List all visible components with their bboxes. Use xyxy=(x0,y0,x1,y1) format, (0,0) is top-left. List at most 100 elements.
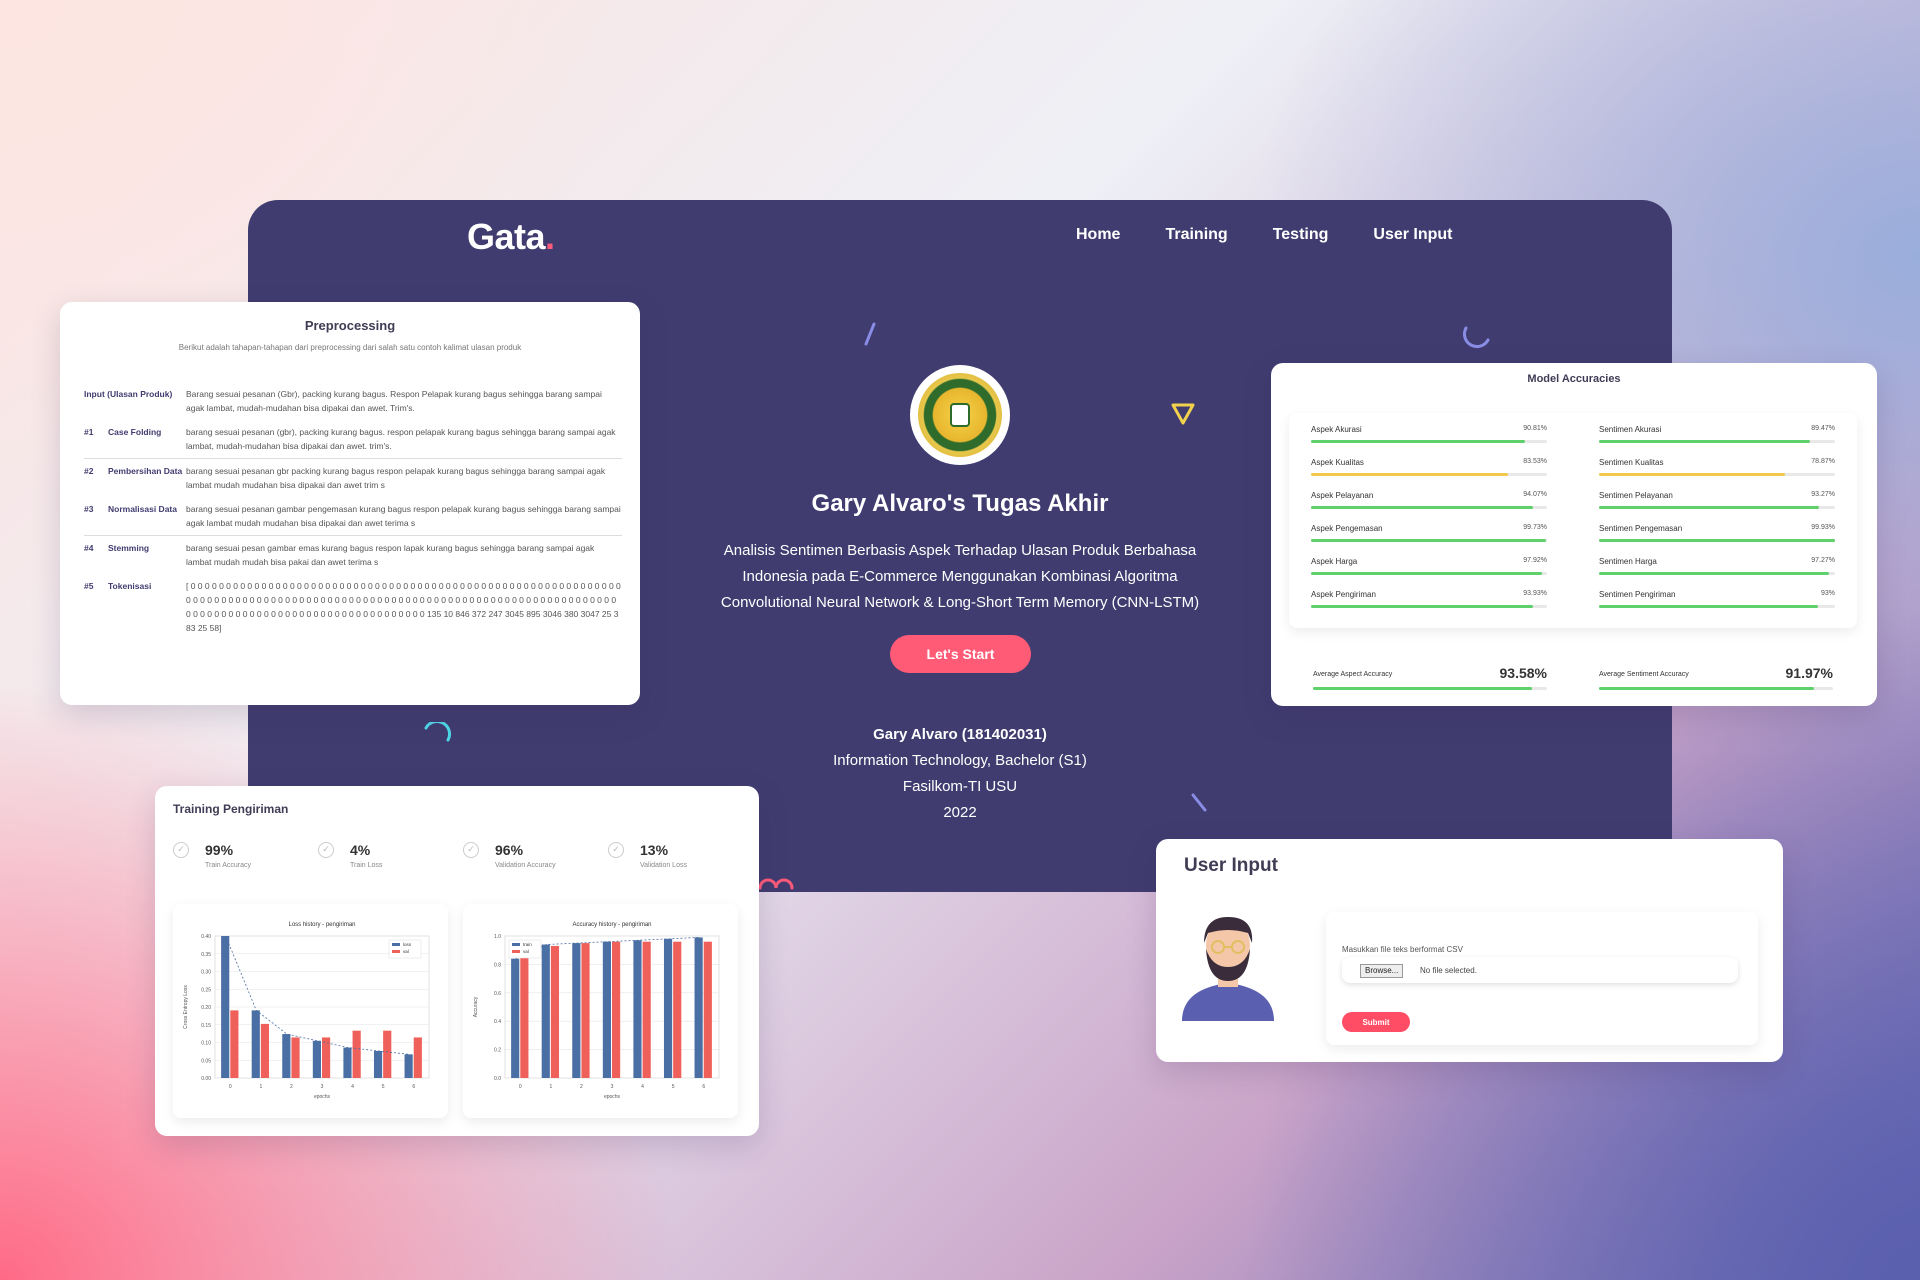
input-value: Barang sesuai pesanan (Gbr), packing kur… xyxy=(186,389,602,413)
logo-dot: . xyxy=(545,216,555,257)
step-value: barang sesuai pesanan (gbr), packing kur… xyxy=(186,427,616,451)
step-label: Case Folding xyxy=(108,427,162,437)
accuracies-panel: Aspek Akurasi 90.81% Aspek Kualitas 83.53% A… xyxy=(1289,413,1857,628)
upload-form: Masukkan file teks berformat CSV Browse.… xyxy=(1326,912,1758,1045)
preprocessing-step-row: #4 Stemming barang sesuai pesan gambar e… xyxy=(84,535,622,574)
csv-file-input[interactable]: Browse... No file selected. xyxy=(1342,957,1738,983)
nav-user-input[interactable]: User Input xyxy=(1373,226,1452,244)
accuracy-value: 90.81% xyxy=(1523,425,1547,432)
hero-title: Gary Alvaro's Tugas Akhir xyxy=(811,490,1109,517)
step-label: Pembersihan Data xyxy=(108,466,183,476)
bar-loss xyxy=(312,1040,321,1078)
accuracy-item: Aspek Pelayanan 94.07% xyxy=(1311,491,1547,524)
avg-sentiment-accuracy: Average Sentiment Accuracy 91.97% xyxy=(1599,665,1833,695)
preprocessing-step-row: #3 Normalisasi Data barang sesuai pesana… xyxy=(84,497,622,535)
stat-label: Train Accuracy xyxy=(205,862,252,869)
legend-swatch xyxy=(392,950,400,953)
bar-loss xyxy=(221,936,230,1078)
step-number: #3 xyxy=(84,504,94,514)
accuracy-label: Sentimen Pelayanan xyxy=(1599,491,1673,500)
loss-history-chart: Loss history - pengiriman 0.00 0.05 0.10 0.1… xyxy=(183,922,430,1100)
author-faculty: Fasilkom-TI USU xyxy=(902,778,1018,795)
accuracy-label: Sentimen Akurasi xyxy=(1599,425,1662,434)
x-tick-label: 1 xyxy=(549,1084,552,1090)
step-value: barang sesuai pesan gambar emas kurang b… xyxy=(186,543,595,567)
nav-home[interactable]: Home xyxy=(1076,226,1120,244)
bar-train xyxy=(602,941,611,1078)
accuracy-label: Aspek Harga xyxy=(1311,557,1358,566)
accuracy-bar xyxy=(1311,506,1533,509)
x-axis-label: epochs xyxy=(604,1094,621,1100)
accuracy-value: 78.87% xyxy=(1811,458,1835,465)
y-tick-label: 0.2 xyxy=(494,1048,501,1054)
bar-train xyxy=(541,944,550,1078)
accuracy-label: Aspek Kualitas xyxy=(1311,458,1364,467)
step-number: #2 xyxy=(84,466,94,476)
step-label: Normalisasi Data xyxy=(108,504,177,514)
nav-training[interactable]: Training xyxy=(1165,226,1227,244)
user-avatar-illustration xyxy=(1182,917,1274,1021)
accuracy-value: 93% xyxy=(1820,590,1835,597)
lets-start-button[interactable]: Let's Start xyxy=(890,635,1031,673)
chart-title: Loss history - pengiriman xyxy=(288,922,355,928)
x-axis-label: epochs xyxy=(314,1094,331,1100)
author-name: Gary Alvaro (181402031) xyxy=(873,726,1047,743)
accuracy-value: 94.07% xyxy=(1523,491,1547,498)
arc-teal-decoration-icon xyxy=(424,722,452,742)
x-tick-label: 3 xyxy=(321,1084,324,1090)
accuracy-value: 97.27% xyxy=(1811,557,1835,564)
accuracy-value: 99.73% xyxy=(1523,524,1547,531)
user-input-title: User Input xyxy=(1184,855,1278,876)
legend-label: val xyxy=(523,949,529,954)
bar-val xyxy=(291,1037,300,1078)
step-number: #1 xyxy=(84,427,94,437)
y-tick-label: 0.35 xyxy=(201,952,211,958)
bar-train xyxy=(663,938,673,1078)
bar-val xyxy=(703,941,712,1078)
accuracy-item: Aspek Harga 97.92% xyxy=(1311,557,1547,590)
stat-value: 13% xyxy=(640,842,669,858)
accuracy-label: Sentimen Kualitas xyxy=(1599,458,1664,467)
accuracy-item: Aspek Pengiriman 93.93% xyxy=(1311,590,1547,623)
accuracy-bar xyxy=(1311,605,1533,608)
accuracy-item: Sentimen Kualitas 78.87% xyxy=(1599,458,1835,491)
avg-sentiment-bar xyxy=(1599,687,1815,690)
accuracy-bar xyxy=(1599,440,1811,443)
accuracy-item: Sentimen Pengemasan 99.93% xyxy=(1599,524,1835,557)
accuracy-history-chart: Accuracy history - pengiriman 0.0 0.2 0.4 0.… xyxy=(473,922,720,1100)
stat-value: 99% xyxy=(205,842,234,858)
bar-val xyxy=(413,1037,422,1078)
accuracy-bar xyxy=(1311,440,1526,443)
x-tick-label: 5 xyxy=(672,1084,675,1090)
accuracy-label: Sentimen Pengiriman xyxy=(1599,590,1676,599)
y-axis-label: Cross Entropy Loss xyxy=(183,985,189,1029)
accuracy-label: Aspek Pengemasan xyxy=(1311,524,1383,533)
university-seal-logo xyxy=(910,365,1010,465)
aspect-column: Aspek Akurasi 90.81% Aspek Kualitas 83.53% A… xyxy=(1311,425,1547,623)
bar-train xyxy=(572,943,581,1078)
bar-val xyxy=(520,953,529,1078)
nav-testing[interactable]: Testing xyxy=(1273,226,1329,244)
accuracy-chart-card: Accuracy history - pengiriman 0.0 0.2 0.4 0.… xyxy=(463,904,738,1118)
main-nav: Home Training Testing User Input xyxy=(1076,226,1498,244)
accuracy-value: 99.93% xyxy=(1811,524,1835,531)
author-year: 2022 xyxy=(943,804,977,821)
x-tick-label: 4 xyxy=(641,1084,644,1090)
hero-description: Analisis Sentimen Berbasis Aspek Terhada… xyxy=(720,542,1200,611)
file-status: No file selected. xyxy=(1420,966,1477,975)
browse-button[interactable]: Browse... xyxy=(1360,964,1404,978)
bar-loss xyxy=(251,1010,260,1078)
accuracy-bar xyxy=(1311,572,1543,575)
check-icon: ✓ xyxy=(173,842,189,858)
brand-logo[interactable]: Gata. xyxy=(467,216,555,258)
y-tick-label: 0.05 xyxy=(201,1058,211,1064)
preprocessing-table: Input (Ulasan Produk) Barang sesuai pesa… xyxy=(84,382,622,640)
submit-button[interactable]: Submit xyxy=(1342,1012,1410,1032)
y-tick-label: 0.0 xyxy=(494,1076,501,1082)
bar-loss xyxy=(343,1047,352,1078)
x-tick-label: 6 xyxy=(702,1084,705,1090)
author-program: Information Technology, Bachelor (S1) xyxy=(833,752,1087,769)
accuracy-label: Sentimen Harga xyxy=(1599,557,1657,566)
slash-decoration-2-icon xyxy=(1191,793,1207,812)
step-value: [ 0 0 0 0 0 0 0 0 0 0 0 0 0 0 0 0 0 0 0 … xyxy=(186,581,621,633)
